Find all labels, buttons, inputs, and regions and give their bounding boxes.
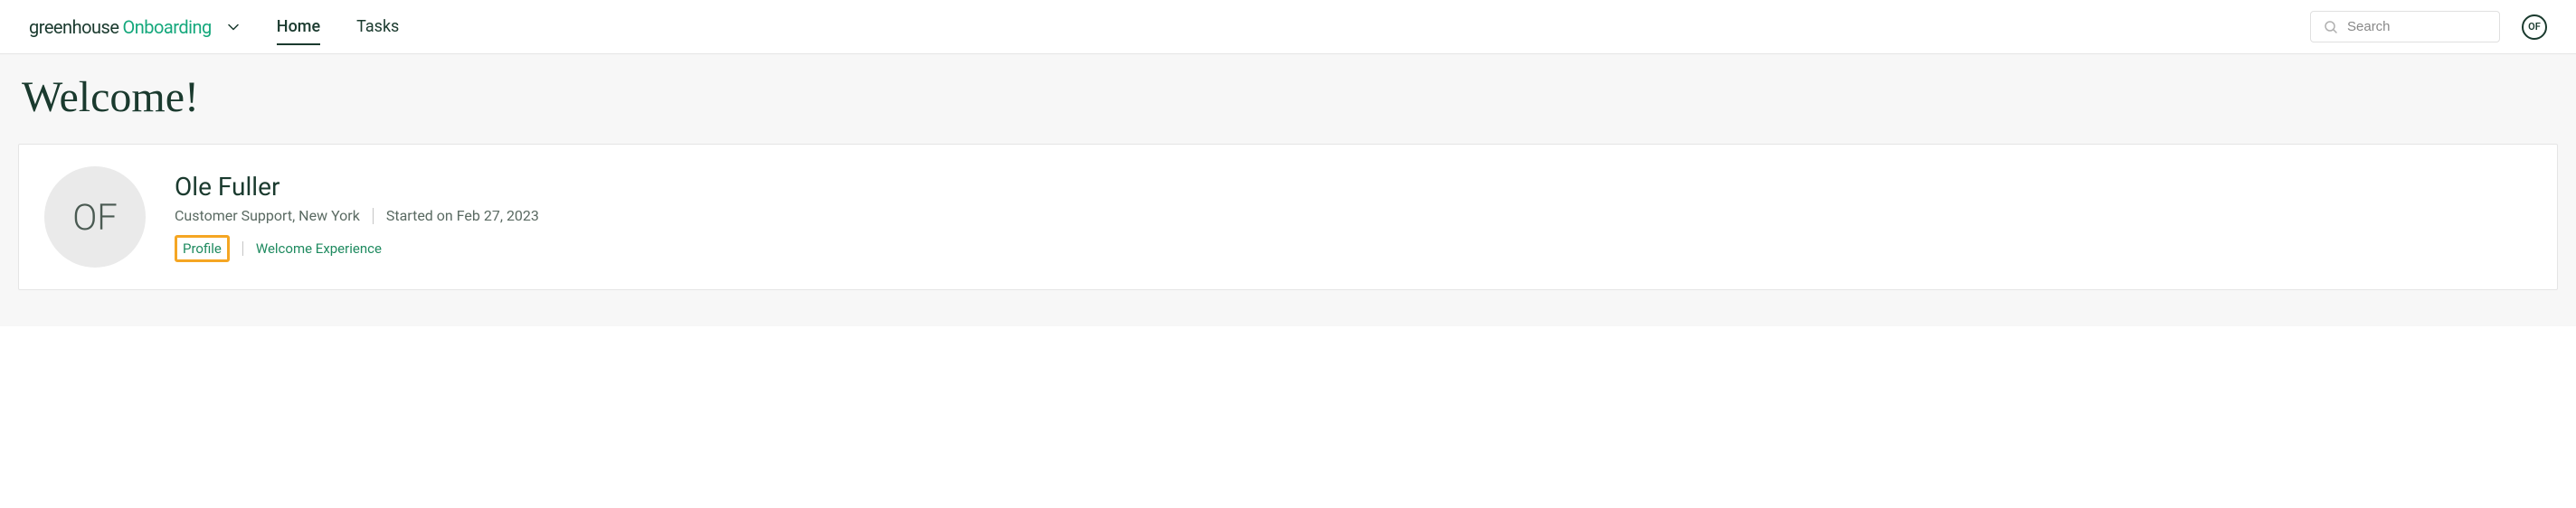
link-divider: [242, 241, 243, 256]
link-profile[interactable]: Profile: [175, 235, 230, 262]
search-box[interactable]: [2310, 11, 2500, 42]
chevron-down-icon[interactable]: [226, 20, 241, 34]
nav-tab-home[interactable]: Home: [277, 14, 320, 40]
profile-meta: Customer Support, New York Started on Fe…: [175, 207, 539, 224]
logo-greenhouse-text: greenhouse: [29, 16, 118, 38]
page-title: Welcome!: [18, 72, 2558, 122]
meta-divider: [373, 208, 374, 224]
nav-tab-tasks[interactable]: Tasks: [356, 14, 399, 40]
link-welcome-experience[interactable]: Welcome Experience: [256, 240, 382, 257]
profile-role-location: Customer Support, New York: [175, 207, 360, 224]
profile-name: Ole Fuller: [175, 172, 539, 202]
user-avatar-small[interactable]: OF: [2522, 14, 2547, 40]
user-avatar-large: OF: [44, 166, 146, 268]
main-content: Welcome! OF Ole Fuller Customer Support,…: [0, 54, 2576, 326]
profile-start-date: Started on Feb 27, 2023: [386, 207, 539, 224]
profile-card: OF Ole Fuller Customer Support, New York…: [18, 144, 2558, 290]
nav-tabs: Home Tasks: [277, 0, 400, 53]
profile-links: Profile Welcome Experience: [175, 235, 539, 262]
logo[interactable]: greenhouse Onboarding: [29, 16, 212, 38]
logo-onboarding-text: Onboarding: [122, 16, 211, 38]
profile-info: Ole Fuller Customer Support, New York St…: [175, 172, 539, 262]
search-icon: [2324, 20, 2338, 34]
search-input[interactable]: [2347, 19, 2486, 34]
header: greenhouse Onboarding Home Tasks OF: [0, 0, 2576, 54]
